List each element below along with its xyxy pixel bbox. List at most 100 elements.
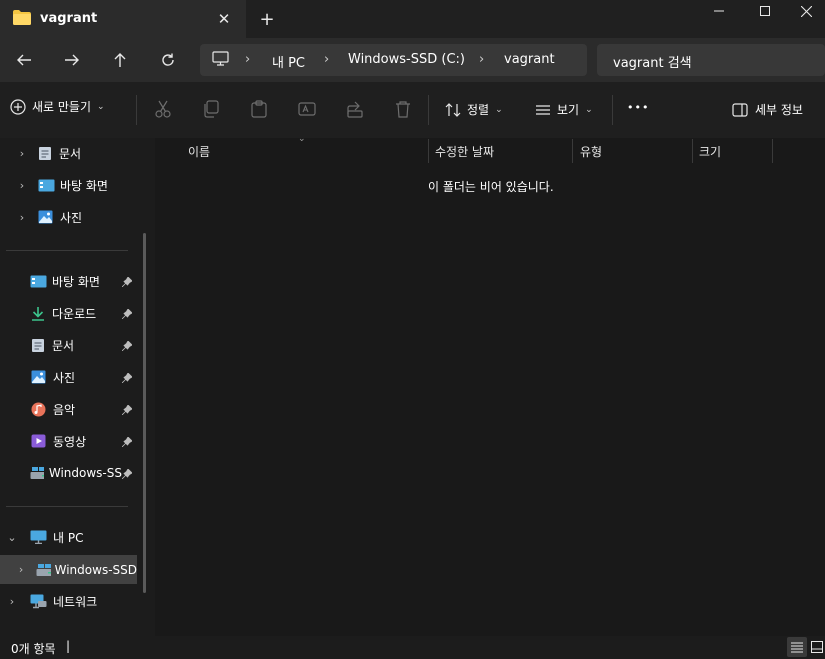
- chevron-down-icon: ⌄: [585, 104, 593, 115]
- arrow-right-icon: [65, 54, 79, 66]
- pin-icon[interactable]: [122, 373, 132, 383]
- item-count: 0개 항목: [11, 642, 56, 656]
- search-input[interactable]: vagrant 검색: [613, 52, 692, 71]
- column-header-type[interactable]: 유형: [580, 143, 602, 160]
- column-divider[interactable]: [692, 139, 693, 163]
- pin-icon[interactable]: [122, 405, 132, 415]
- view-label: 보기: [557, 103, 580, 117]
- quick-access-drive[interactable]: Windows-SS: [30, 458, 122, 488]
- tiles-view-icon: [811, 641, 823, 653]
- window-close-button[interactable]: [788, 0, 825, 22]
- tab-vagrant[interactable]: [0, 0, 246, 38]
- chevron-down-icon: ⌄: [495, 104, 503, 115]
- sidebar-item-label: 음악: [53, 402, 76, 417]
- document-icon: [32, 338, 44, 352]
- breadcrumb-separator[interactable]: ›: [479, 52, 484, 67]
- tiles-view-button[interactable]: [809, 637, 825, 657]
- sidebar-item-label: 바탕 화면: [60, 178, 108, 193]
- up-button[interactable]: [106, 46, 134, 74]
- sidebar-item-label: 사진: [60, 210, 83, 225]
- sidebar-item-network[interactable]: › 네트워크: [6, 586, 140, 616]
- breadcrumb-drive[interactable]: Windows-SSD (C:): [348, 52, 465, 67]
- pin-icon[interactable]: [122, 277, 132, 287]
- column-divider[interactable]: [772, 139, 773, 163]
- sidebar-item-label: 내 PC: [53, 530, 84, 545]
- refresh-button[interactable]: [154, 46, 182, 74]
- column-header-date-modified[interactable]: 수정한 날짜: [435, 143, 494, 160]
- more-options-button[interactable]: •••: [627, 101, 649, 114]
- details-view-button[interactable]: [787, 637, 807, 657]
- chevron-right-icon: ›: [9, 594, 15, 608]
- details-button[interactable]: 세부 정보: [732, 101, 803, 118]
- network-icon: [30, 594, 47, 608]
- status-bar: [0, 636, 825, 659]
- cut-icon[interactable]: [154, 100, 172, 118]
- new-tab-button[interactable]: +: [255, 7, 279, 31]
- desktop-icon: [30, 275, 47, 287]
- breadcrumb-this-pc[interactable]: 내 PC: [272, 52, 305, 71]
- breadcrumb-vagrant[interactable]: vagrant: [504, 52, 555, 67]
- download-icon: [32, 306, 44, 321]
- sidebar-item-documents[interactable]: › 문서: [16, 138, 141, 168]
- sidebar-item-label: 사진: [53, 370, 76, 385]
- minimize-icon: [714, 10, 724, 12]
- details-pane-icon: [732, 102, 748, 117]
- maximize-button[interactable]: [742, 0, 788, 22]
- pin-icon[interactable]: [122, 469, 132, 479]
- sidebar-item-label: 동영상: [53, 434, 87, 449]
- minimize-button[interactable]: [696, 0, 742, 22]
- column-divider[interactable]: [572, 139, 573, 163]
- arrow-up-icon: [114, 53, 126, 67]
- delete-icon[interactable]: [394, 100, 412, 118]
- tab-title: vagrant: [40, 11, 98, 26]
- pin-icon[interactable]: [122, 437, 132, 447]
- share-icon[interactable]: [346, 100, 364, 118]
- divider: [428, 95, 429, 125]
- pin-icon[interactable]: [122, 309, 132, 319]
- forward-button[interactable]: [58, 46, 86, 74]
- sidebar-item-label: Windows-SS: [48, 466, 122, 480]
- desktop-icon: [38, 179, 55, 191]
- sort-button[interactable]: 정렬 ⌄: [445, 101, 503, 118]
- sidebar-divider: [6, 250, 128, 251]
- copy-icon[interactable]: [202, 100, 220, 118]
- sort-label: 정렬: [467, 103, 490, 117]
- sidebar-item-desktop[interactable]: › 바탕 화면: [16, 170, 141, 200]
- view-button[interactable]: 보기 ⌄: [535, 101, 593, 118]
- empty-folder-message: 이 폴더는 비어 있습니다.: [428, 180, 554, 194]
- computer-icon: [212, 51, 229, 66]
- column-header-size[interactable]: 크기: [699, 143, 721, 160]
- sidebar-divider: [6, 506, 128, 507]
- sort-indicator-icon: ⌄: [298, 134, 306, 144]
- column-divider[interactable]: [428, 139, 429, 163]
- sidebar-scrollbar[interactable]: [143, 233, 146, 593]
- rename-icon[interactable]: [298, 100, 316, 118]
- drive-icon: [30, 467, 44, 479]
- breadcrumb-separator[interactable]: ›: [324, 52, 329, 67]
- paste-icon[interactable]: [250, 100, 268, 118]
- chevron-down-icon: ⌄: [97, 101, 105, 112]
- document-icon: [39, 146, 51, 160]
- sidebar-item-this-pc[interactable]: ⌄ 내 PC: [6, 522, 140, 552]
- computer-icon: [30, 530, 47, 544]
- column-header-name[interactable]: 이름: [188, 143, 210, 160]
- view-list-icon: [536, 104, 550, 115]
- new-button[interactable]: 새로 만들기 ⌄: [10, 98, 105, 115]
- file-list-area[interactable]: [155, 138, 825, 636]
- close-icon: [801, 5, 812, 17]
- sidebar-item-label: 문서: [59, 146, 82, 161]
- back-button[interactable]: [10, 46, 38, 74]
- tab-close-icon[interactable]: ✕: [212, 7, 236, 31]
- sort-icon: [445, 102, 461, 117]
- pin-icon[interactable]: [122, 341, 132, 351]
- sidebar-item-drive[interactable]: › Windows-SSD: [16, 555, 137, 584]
- details-view-icon: [791, 642, 803, 653]
- breadcrumb-separator[interactable]: ›: [245, 52, 250, 67]
- sidebar-item-pictures[interactable]: › 사진: [16, 202, 141, 232]
- new-label: 새로 만들기: [32, 100, 92, 114]
- arrow-left-icon: [17, 54, 31, 66]
- drive-icon: [36, 563, 51, 576]
- chevron-right-icon: ›: [19, 178, 25, 192]
- maximize-icon: [760, 6, 770, 16]
- command-bar: [0, 82, 825, 139]
